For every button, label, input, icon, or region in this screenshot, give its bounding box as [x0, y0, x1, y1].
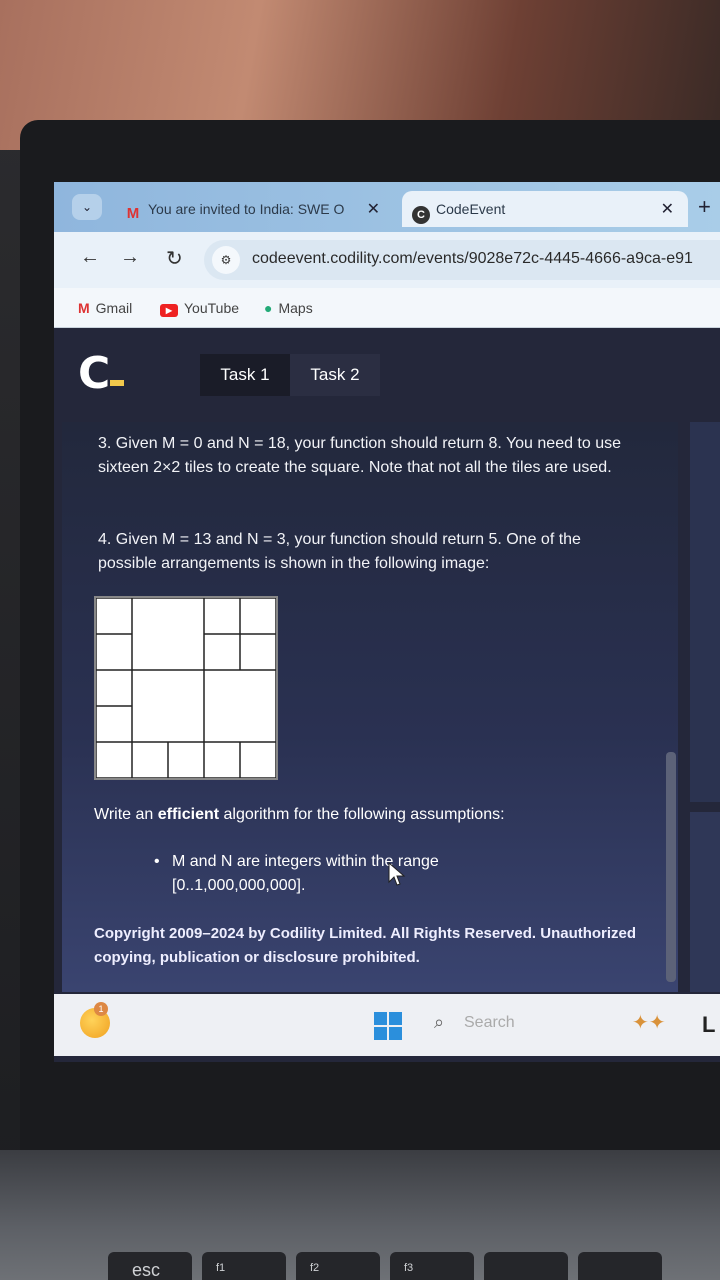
- address-bar[interactable]: ⚙ codeevent.codility.com/events/9028e72c…: [204, 240, 720, 280]
- bookmark-youtube[interactable]: ▶ YouTube: [160, 300, 239, 317]
- forward-arrow-icon[interactable]: →: [120, 246, 140, 269]
- side-panel-lower: [690, 812, 720, 992]
- tab-codeevent[interactable]: C CodeEvent ✕: [402, 191, 688, 227]
- heading-suffix: algorithm for the following assumptions:: [219, 806, 505, 823]
- search-icon[interactable]: ⌕: [434, 1012, 444, 1033]
- esc-key: esc: [108, 1252, 192, 1280]
- task-tabs: Task 1 Task 2: [200, 354, 380, 396]
- close-tab-icon[interactable]: ✕: [367, 199, 380, 219]
- url-text[interactable]: codeevent.codility.com/events/9028e72c-4…: [252, 250, 693, 268]
- codility-header: C Task 1 Task 2: [54, 328, 720, 422]
- back-arrow-icon[interactable]: ←: [80, 246, 100, 269]
- f1-key: f1: [202, 1252, 286, 1280]
- side-panel: [690, 422, 720, 802]
- bookmark-label: Maps: [278, 300, 313, 316]
- search-highlight-icon: ✦✦: [632, 1012, 666, 1034]
- bookmark-gmail[interactable]: M Gmail: [78, 300, 132, 316]
- tile-grid-svg: [96, 598, 276, 778]
- scrollbar[interactable]: [666, 752, 676, 982]
- f4-key: [484, 1252, 568, 1280]
- assumptions-heading: Write an efficient algorithm for the fol…: [94, 806, 505, 824]
- gmail-icon: M: [126, 205, 140, 222]
- maps-pin-icon: ●: [264, 300, 273, 316]
- bookmark-maps[interactable]: ● Maps: [264, 300, 313, 316]
- bookmark-label: Gmail: [95, 300, 133, 316]
- close-tab-icon[interactable]: ✕: [661, 199, 674, 219]
- example-4-text: 4. Given M = 13 and N = 3, your function…: [98, 531, 581, 572]
- browser-tab-strip: ⌄ M You are invited to India: SWE O ✕ C Co…: [54, 182, 720, 232]
- youtube-icon: ▶: [160, 304, 178, 317]
- tab-task-1[interactable]: Task 1: [200, 354, 290, 396]
- example-3-text: 3. Given M = 0 and N = 18, your function…: [98, 435, 622, 476]
- browser-toolbar: ← → ↻ ⚙ codeevent.codility.com/events/90…: [54, 232, 720, 288]
- taskbar-app-icon[interactable]: L: [702, 1012, 715, 1038]
- f2-key: f2: [296, 1252, 380, 1280]
- heading-prefix: Write an: [94, 806, 158, 823]
- logo-dash: [110, 380, 124, 386]
- codility-icon: C: [412, 206, 430, 224]
- tab-label: You are invited to India: SWE O: [148, 201, 345, 217]
- f3-key: f3: [390, 1252, 474, 1280]
- assumption-item: M and N are integers within the range [0…: [154, 850, 502, 898]
- bookmark-label: YouTube: [184, 300, 240, 316]
- laptop-screen: ⌄ M You are invited to India: SWE O ✕ C Co…: [54, 182, 720, 1062]
- f5-key: [578, 1252, 662, 1280]
- heading-bold: efficient: [157, 806, 220, 823]
- bookmarks-bar: M Gmail ▶ YouTube ● Maps: [54, 288, 720, 328]
- tile-arrangement-image: [94, 596, 278, 780]
- windows-taskbar: 1 ⌕ Search ✦✦ L: [54, 994, 720, 1056]
- problem-description: 3. Given M = 0 and N = 18, your function…: [62, 422, 678, 992]
- tab-label: CodeEvent: [436, 201, 506, 217]
- notification-badge: 1: [94, 1002, 108, 1016]
- new-tab-button[interactable]: +: [698, 194, 711, 220]
- tab-task-2[interactable]: Task 2: [290, 354, 380, 396]
- reload-icon[interactable]: ↻: [166, 246, 183, 271]
- codility-logo: C: [78, 348, 111, 399]
- site-settings-icon[interactable]: ⚙: [212, 246, 240, 274]
- gmail-icon: M: [78, 300, 90, 316]
- copyright-text: Copyright 2009–2024 by Codility Limited.…: [94, 925, 637, 966]
- tab-search-dropdown[interactable]: ⌄: [72, 194, 102, 220]
- tab-gmail-invite[interactable]: M You are invited to India: SWE O ✕: [114, 191, 394, 227]
- taskbar-search-input[interactable]: Search: [464, 1014, 515, 1032]
- windows-start-icon[interactable]: [374, 1012, 402, 1040]
